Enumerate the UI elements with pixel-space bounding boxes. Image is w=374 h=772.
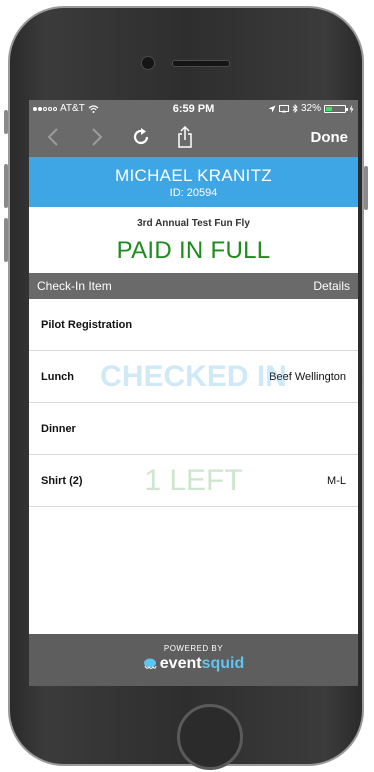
power-button bbox=[364, 166, 368, 210]
back-arrow-icon[interactable] bbox=[39, 123, 67, 151]
share-icon[interactable] bbox=[171, 123, 199, 151]
volume-down-button bbox=[4, 218, 8, 262]
attendee-name: MICHAEL KRANITZ bbox=[115, 165, 272, 185]
charging-icon bbox=[349, 104, 354, 113]
checkin-item-label: Lunch bbox=[41, 370, 74, 383]
mute-switch bbox=[4, 110, 8, 134]
column-checkin-item: Check-In Item bbox=[37, 279, 112, 293]
attendee-header: MICHAEL KRANITZ ID: 20594 bbox=[29, 157, 358, 207]
brand-prefix: event bbox=[159, 655, 202, 672]
home-button[interactable] bbox=[177, 704, 243, 770]
checkin-item-label: Pilot Registration bbox=[41, 318, 133, 331]
carrier-label: AT&T bbox=[60, 103, 85, 114]
payment-status: PAID IN FULL bbox=[116, 237, 271, 264]
powered-by-footer: POWERED BY event squid bbox=[29, 634, 358, 686]
checkin-item-label: Dinner bbox=[41, 422, 76, 435]
brand-suffix: squid bbox=[201, 655, 245, 672]
status-bar: AT&T 6:59 PM 32% bbox=[29, 100, 358, 117]
checkin-list-header: Check-In Item Details bbox=[29, 273, 358, 299]
checkin-row-lunch[interactable]: CHECKED IN Lunch Beef Wellington bbox=[29, 351, 358, 403]
app-screen: AT&T 6:59 PM 32% Done MICHAEL KRANITZ ID… bbox=[29, 100, 358, 686]
checkin-list: Pilot Registration CHECKED IN Lunch Beef… bbox=[29, 299, 358, 507]
checkin-row-dinner[interactable]: Dinner bbox=[29, 403, 358, 455]
checkin-row-pilot-registration[interactable]: Pilot Registration bbox=[29, 299, 358, 351]
event-name: 3rd Annual Test Fun Fly bbox=[137, 218, 250, 229]
earpiece-speaker bbox=[172, 60, 230, 67]
toolbar: Done bbox=[29, 117, 358, 157]
battery-level bbox=[326, 106, 332, 111]
powered-by-label: POWERED BY bbox=[163, 644, 224, 653]
checkin-item-label: Shirt (2) bbox=[41, 474, 83, 487]
attendee-id: ID: 20594 bbox=[169, 186, 218, 199]
checkin-row-shirt[interactable]: 1 LEFT Shirt (2) M-L bbox=[29, 455, 358, 507]
squid-logo-icon bbox=[143, 658, 157, 669]
column-details: Details bbox=[313, 279, 350, 293]
volume-up-button bbox=[4, 164, 8, 208]
screen-mirroring-icon bbox=[278, 104, 289, 112]
wifi-icon bbox=[88, 104, 99, 113]
bluetooth-icon bbox=[292, 104, 298, 113]
eventsquid-logo: event squid bbox=[29, 655, 358, 673]
checkin-item-detail: Beef Wellington bbox=[269, 370, 346, 383]
event-summary: 3rd Annual Test Fun Fly PAID IN FULL bbox=[29, 207, 358, 273]
done-button[interactable]: Done bbox=[311, 129, 349, 146]
battery-icon bbox=[324, 104, 348, 113]
battery-percent: 32% bbox=[300, 103, 321, 114]
forward-arrow-icon[interactable] bbox=[83, 123, 111, 151]
refresh-icon[interactable] bbox=[127, 123, 155, 151]
checkin-item-detail: M-L bbox=[327, 474, 346, 487]
front-camera bbox=[141, 56, 155, 70]
location-arrow-icon bbox=[268, 105, 276, 112]
signal-strength-icon bbox=[33, 106, 57, 111]
